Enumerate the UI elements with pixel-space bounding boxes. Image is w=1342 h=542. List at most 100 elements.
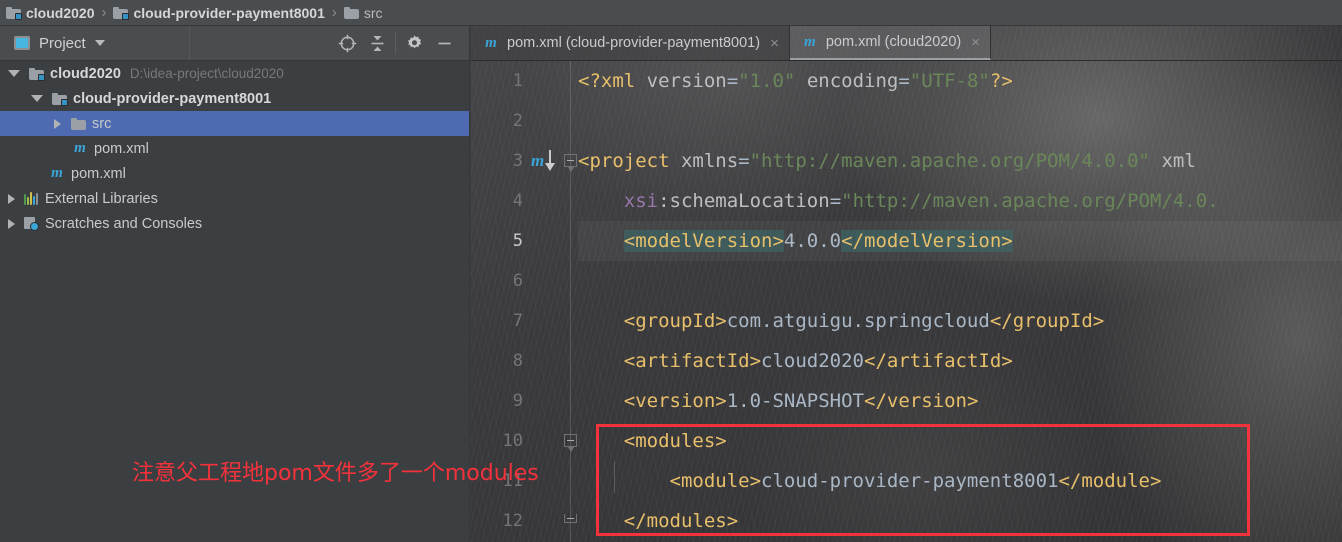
chevron-right-icon[interactable] <box>8 193 15 204</box>
gutter-line-4: 4 <box>471 181 578 221</box>
collapse-all-icon <box>371 35 383 51</box>
tree-row-scratches-and-consoles[interactable]: Scratches and Consoles <box>0 211 469 236</box>
code-token: "http://maven.apache.org/POM/4.0. <box>841 190 1219 212</box>
line-number: 9 <box>512 391 523 411</box>
crosshair-icon <box>338 34 356 52</box>
chevron-right-icon[interactable] <box>8 218 15 229</box>
fold-end-marker[interactable] <box>564 514 577 523</box>
folder-icon <box>71 117 86 130</box>
toolbar-divider <box>395 32 396 54</box>
maven-module-icon <box>6 6 22 20</box>
line-number: 7 <box>512 311 523 331</box>
code-token: </module> <box>1058 470 1162 492</box>
line-number: 1 <box>512 71 523 91</box>
maven-module-icon <box>29 67 45 81</box>
chevron-down-icon[interactable] <box>8 70 20 77</box>
chevron-down-icon[interactable] <box>94 40 105 46</box>
maven-m-icon: m <box>803 33 816 50</box>
code-token: = <box>898 70 910 92</box>
minimize-button[interactable] <box>429 26 459 60</box>
code-line-5: <modelVersion>4.0.0</modelVersion> <box>578 221 1013 261</box>
gutter-line-8: 8 <box>471 341 578 381</box>
locate-in-tree-button[interactable] <box>332 26 362 60</box>
code-token: xml <box>1161 150 1196 172</box>
code-token: </version> <box>864 390 979 412</box>
chevron-right-icon[interactable] <box>54 118 61 129</box>
tree-row-pom-child[interactable]: m pom.xml <box>0 136 469 161</box>
code-token: <module> <box>669 470 762 492</box>
project-window-icon <box>14 36 30 50</box>
tree-row-pom-parent[interactable]: m pom.xml <box>0 161 469 186</box>
code-content[interactable]: <?xml version="1.0" encoding="UTF-8"?> <… <box>578 61 1342 542</box>
code-line-9: <version>1.0-SNAPSHOT</version> <box>578 381 979 421</box>
line-number: 6 <box>512 271 523 291</box>
breadcrumb-label: src <box>363 4 383 21</box>
tree-row-path: D:\idea-project\cloud2020 <box>129 66 284 81</box>
maven-module-icon <box>113 6 130 20</box>
tree-row-cloud2020[interactable]: cloud2020 D:\idea-project\cloud2020 <box>0 61 469 86</box>
fold-marker[interactable] <box>564 434 577 452</box>
code-line-12: </modules> <box>578 501 738 541</box>
tree-row-external-libraries[interactable]: External Libraries <box>0 186 469 211</box>
code-line-11: <module>cloud-provider-payment8001</modu… <box>578 461 1162 501</box>
minimize-icon <box>438 42 450 44</box>
breadcrumb-item-src[interactable]: src <box>343 0 383 26</box>
libraries-icon <box>24 192 39 205</box>
line-number: 4 <box>512 191 523 211</box>
code-line-8: <artifactId>cloud2020</artifactId> <box>578 341 1013 381</box>
close-icon[interactable]: × <box>971 35 980 50</box>
breadcrumb-label: cloud2020 <box>26 4 95 21</box>
chevron-down-icon[interactable] <box>31 95 43 102</box>
maven-m-icon: m <box>485 34 497 51</box>
fold-marker[interactable] <box>564 154 577 172</box>
line-number: 5 <box>512 231 523 251</box>
tab-label: pom.xml (cloud-provider-payment8001) <box>507 35 761 51</box>
scratches-icon <box>24 216 39 231</box>
code-line-10: <modules> <box>578 421 727 461</box>
tab-pom-cloud-provider-payment8001[interactable]: m pom.xml (cloud-provider-payment8001) × <box>471 26 790 60</box>
code-token: com.atguigu.springcloud <box>726 310 990 332</box>
tree-row-label: cloud-provider-payment8001 <box>73 90 272 107</box>
collapse-all-button[interactable] <box>362 26 392 60</box>
gutter-line-6: 6 <box>471 261 578 301</box>
code-token: version <box>646 70 727 92</box>
gear-icon <box>407 34 421 48</box>
maven-m-icon: m <box>51 165 63 181</box>
breadcrumb-separator: › <box>101 4 107 21</box>
maven-reimport-gutter-icon[interactable]: m <box>531 150 556 172</box>
line-number: 12 <box>502 511 523 531</box>
code-token: <artifactId> <box>623 350 762 372</box>
tree-row-cloud-provider-payment8001[interactable]: cloud-provider-payment8001 <box>0 86 469 111</box>
breadcrumb-item-cloud-provider-payment8001[interactable]: cloud-provider-payment8001 <box>113 0 325 26</box>
code-token: <modules> <box>623 430 727 452</box>
project-tool-window-title-group[interactable]: Project <box>0 26 190 60</box>
code-token: <groupId> <box>623 310 727 332</box>
code-token: cloud-provider-payment8001 <box>761 470 1059 492</box>
code-editor[interactable]: 1 2 3 m 4 5 6 7 8 9 10 11 12 <?xml versi… <box>471 61 1342 542</box>
tree-row-src[interactable]: src <box>0 111 469 136</box>
close-icon[interactable]: × <box>770 36 779 51</box>
code-token: xmlns <box>680 150 739 172</box>
tab-label: pom.xml (cloud2020) <box>825 34 962 50</box>
maven-module-icon <box>52 92 68 106</box>
tab-pom-cloud2020[interactable]: m pom.xml (cloud2020) × <box>789 26 991 60</box>
line-number: 3 <box>512 151 523 171</box>
line-number: 10 <box>502 431 523 451</box>
gutter-line-5: 5 <box>471 221 578 261</box>
code-token: "http://maven.apache.org/POM/4.0.0" <box>749 150 1150 172</box>
code-token: = <box>829 190 842 212</box>
code-token: "UTF-8" <box>909 70 990 92</box>
folder-icon <box>343 6 359 19</box>
tree-row-label: cloud2020 <box>50 65 121 82</box>
breadcrumb-item-cloud2020[interactable]: cloud2020 <box>6 0 94 26</box>
settings-button[interactable] <box>399 26 429 60</box>
